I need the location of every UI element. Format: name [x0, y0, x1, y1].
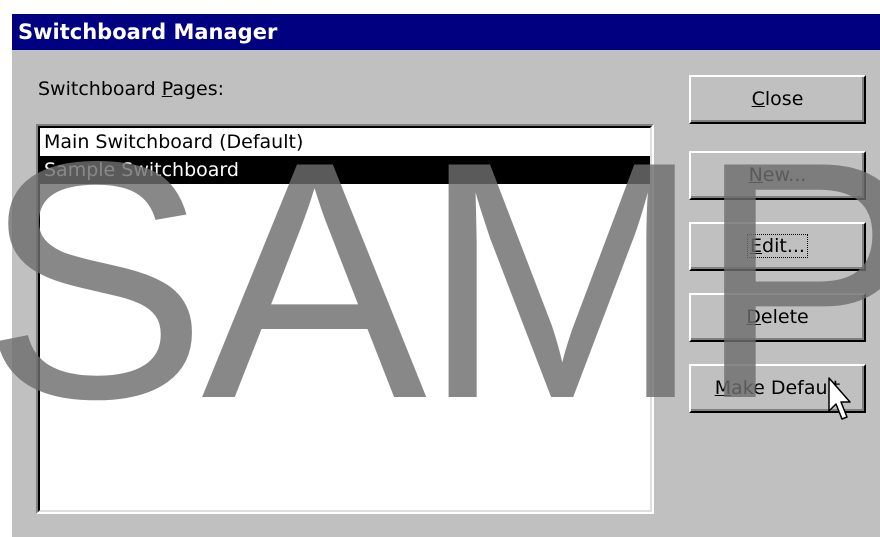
window-title: Switchboard Manager [18, 20, 278, 44]
focus-rectangle: Edit... [747, 234, 808, 258]
switchboard-pages-list[interactable]: Main Switchboard (Default) Sample Switch… [36, 124, 654, 514]
switchboard-manager-dialog: Switchboard Manager Switchboard Pages: M… [10, 12, 880, 537]
list-item-sample-switchboard[interactable]: Sample Switchboard [40, 156, 650, 184]
title-bar[interactable]: Switchboard Manager [12, 14, 880, 50]
delete-button[interactable]: Delete [689, 293, 866, 342]
new-button[interactable]: New... [689, 151, 866, 200]
arrow-pointer-icon [828, 377, 851, 420]
edit-button[interactable]: Edit... [689, 222, 866, 271]
list-item-main-switchboard[interactable]: Main Switchboard (Default) [40, 128, 650, 156]
close-button[interactable]: Close [689, 75, 866, 124]
switchboard-pages-label: Switchboard Pages: [38, 78, 225, 100]
